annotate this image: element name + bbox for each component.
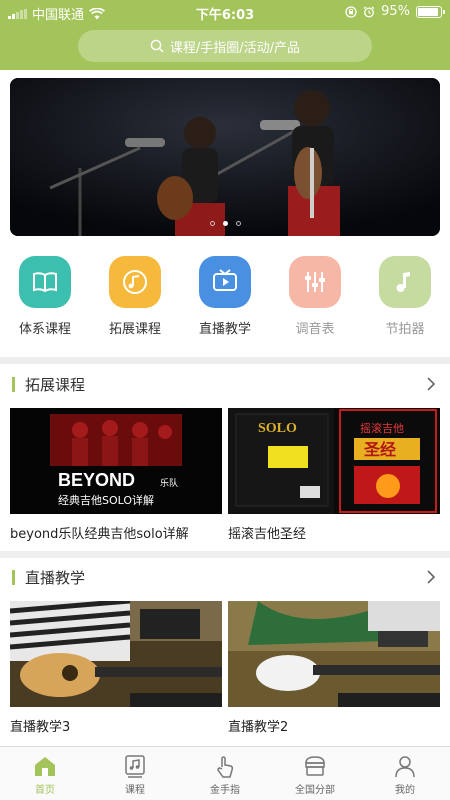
alarm-icon: [363, 5, 375, 17]
section-accent-bar: [12, 376, 15, 392]
live-card[interactable]: 直播教学3: [10, 601, 222, 735]
live-thumbnail: [10, 601, 222, 707]
quick-menu-item[interactable]: 体系课程: [0, 256, 90, 340]
banner-carousel[interactable]: [10, 78, 440, 236]
carousel-dots[interactable]: [10, 221, 440, 226]
search-icon: [150, 39, 164, 53]
app-header: 中国联通 下午6:03 95% 课程/手指圈/活动/产品: [0, 0, 450, 70]
thumb-sub: 乐队: [160, 477, 178, 489]
tuner-sliders-icon: [289, 256, 341, 308]
finger-tap-icon: [212, 753, 238, 779]
user-icon: [392, 753, 418, 779]
section-title: 拓展课程: [25, 375, 86, 394]
tab-label: 课程: [125, 785, 145, 796]
course-card[interactable]: SOLO 摇滚吉他 圣经 摇滚吉他圣经: [228, 408, 440, 542]
chevron-right-icon[interactable]: [422, 568, 440, 586]
music-sheet-icon: [122, 753, 148, 779]
carousel-dot[interactable]: [222, 221, 228, 226]
bottom-tab-bar: 首页 课程 金手指 全国分部 我的: [0, 746, 450, 800]
home-icon: [32, 753, 58, 779]
section-divider: [0, 357, 450, 364]
section-accent-bar: [12, 569, 15, 585]
quick-menu-item[interactable]: 直播教学: [180, 256, 270, 340]
tab-label: 金手指: [210, 785, 240, 796]
carousel-dot[interactable]: [235, 221, 241, 226]
course-title: beyond乐队经典吉他solo详解: [10, 527, 189, 542]
tab-user[interactable]: 我的: [360, 747, 450, 800]
course-thumbnail: BEYOND 乐队 经典吉他SOLO详解: [10, 408, 222, 514]
quick-menu-label: 调音表: [295, 322, 335, 337]
quick-menu-label: 拓展课程: [108, 322, 161, 337]
section-header-live-teaching[interactable]: 直播教学: [0, 557, 450, 597]
section-header-extended-courses[interactable]: 拓展课程: [0, 364, 450, 404]
quick-menu-item[interactable]: 调音表: [270, 256, 360, 340]
tab-music-sheet[interactable]: 课程: [90, 747, 180, 800]
thumb-sub: 摇滚吉他: [360, 421, 404, 435]
rotation-lock-icon: [345, 5, 357, 18]
tab-label: 我的: [395, 785, 415, 796]
quick-menu-label: 体系课程: [18, 322, 71, 337]
tab-finger-tap[interactable]: 金手指: [180, 747, 270, 800]
thumb-title: BEYOND: [58, 470, 135, 490]
tab-label: 首页: [35, 785, 55, 796]
thumb-caption: 圣经: [363, 440, 396, 459]
music-note-icon: [379, 256, 431, 308]
tv-play-icon: [199, 256, 251, 308]
live-card[interactable]: 直播教学2: [228, 601, 440, 735]
tab-store[interactable]: 全国分部: [270, 747, 360, 800]
banner-image: [10, 78, 440, 236]
live-thumbnail: [228, 601, 440, 707]
course-card[interactable]: BEYOND 乐队 经典吉他SOLO详解 beyond乐队经典吉他solo详解: [10, 408, 222, 542]
home-content: 体系课程 拓展课程 直播教学 调音表 节拍器 拓展课程 BEYOND 乐队 经典吉他SO…: [0, 70, 450, 746]
quick-menu-label: 节拍器: [385, 322, 425, 337]
tab-home[interactable]: 首页: [0, 747, 90, 800]
quick-menu: 体系课程 拓展课程 直播教学 调音表 节拍器: [0, 256, 450, 340]
course-thumbnail: SOLO 摇滚吉他 圣经: [228, 408, 440, 514]
search-placeholder: 课程/手指圈/活动/产品: [169, 40, 301, 56]
quick-menu-label: 直播教学: [198, 322, 251, 337]
section-title: 直播教学: [25, 568, 86, 587]
music-disc-icon: [109, 256, 161, 308]
thumb-caption: 经典吉他SOLO详解: [58, 493, 154, 507]
book-icon: [19, 256, 71, 308]
status-bar: 中国联通 下午6:03 95%: [0, 0, 450, 24]
live-title: 直播教学3: [10, 720, 71, 735]
carousel-dot[interactable]: [209, 221, 215, 226]
course-title: 摇滚吉他圣经: [228, 527, 307, 542]
battery-icon: [416, 5, 445, 18]
quick-menu-item[interactable]: 拓展课程: [90, 256, 180, 340]
live-title: 直播教学2: [228, 720, 289, 735]
tab-label: 全国分部: [295, 785, 335, 796]
chevron-right-icon[interactable]: [422, 375, 440, 393]
quick-menu-item[interactable]: 节拍器: [360, 256, 450, 340]
thumb-title: SOLO: [258, 421, 297, 436]
search-bar[interactable]: 课程/手指圈/活动/产品: [78, 30, 372, 62]
store-icon: [302, 753, 328, 779]
battery-percent: 95%: [381, 4, 410, 19]
